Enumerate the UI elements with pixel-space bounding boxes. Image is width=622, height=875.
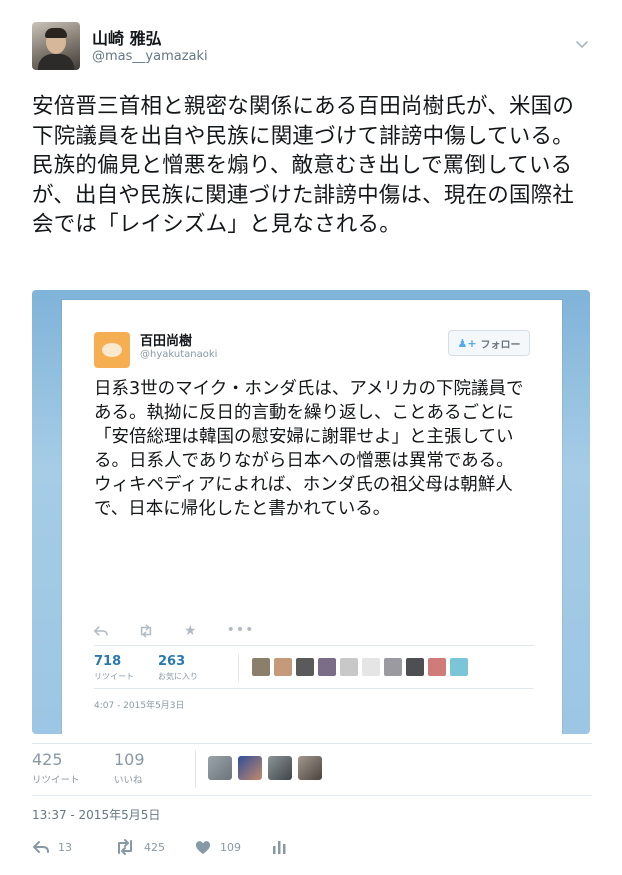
star-icon: ★ (184, 623, 197, 639)
stat-divider (195, 750, 196, 788)
reply-icon (33, 841, 49, 853)
embedded-tweet-card: 百田尚樹 @hyakutanaoki ♟+ フォロー 日系3世のマイク・ホンダ氏… (62, 300, 562, 734)
liker-avatar (428, 658, 446, 676)
retweet-stat[interactable]: 425 リツイート (32, 750, 80, 786)
author-avatar[interactable] (32, 22, 80, 70)
divider (32, 743, 592, 744)
retweet-button[interactable]: 425 (114, 838, 165, 856)
embedded-actions: ★ ••• (94, 622, 294, 640)
tweet-timestamp[interactable]: 13:37 - 2015年5月5日 (32, 806, 160, 823)
liker-avatar (450, 658, 468, 676)
embedded-like-label: お気に入り (158, 672, 198, 681)
embedded-author-avatar (94, 332, 130, 368)
reply-button[interactable]: 13 (32, 838, 72, 856)
more-icon: ••• (226, 622, 255, 638)
like-count: 109 (114, 750, 145, 769)
like-action-count: 109 (220, 840, 241, 854)
retweet-label: リツイート (32, 775, 80, 786)
embedded-author-name: 百田尚樹 (140, 334, 193, 349)
embedded-timestamp: 4:07 - 2015年5月3日 (94, 701, 185, 711)
embedded-divider (94, 645, 534, 646)
retweet-action-count: 425 (144, 840, 165, 854)
liker-avatar (296, 658, 314, 676)
reply-icon (94, 626, 108, 636)
author-handle[interactable]: @mas__yamazaki (92, 49, 208, 64)
liker-avatar (362, 658, 380, 676)
tweet-stats: 425 リツイート 109 いいね (32, 750, 592, 790)
tweet-header: 山崎 雅弘 @mas__yamazaki (32, 22, 592, 78)
retweet-icon (140, 624, 152, 638)
follow-person-icon: ♟+ (457, 336, 477, 350)
analytics-icon (273, 841, 286, 854)
tweet-media-image[interactable]: 百田尚樹 @hyakutanaoki ♟+ フォロー 日系3世のマイク・ホンダ氏… (32, 290, 590, 734)
retweet-icon (118, 839, 132, 855)
embedded-divider (94, 688, 534, 689)
retweet-count: 425 (32, 750, 63, 769)
liker-avatar (340, 658, 358, 676)
embedded-retweet-count: 718 (94, 654, 122, 669)
liker-avatar (406, 658, 424, 676)
like-stat[interactable]: 109 いいね (114, 750, 145, 786)
embedded-stat-divider (238, 654, 239, 682)
author-display-name[interactable]: 山崎 雅弘 (92, 25, 162, 49)
liker-avatar (274, 658, 292, 676)
tweet-text: 安倍晋三首相と親密な関係にある百田尚樹氏が、米国の下院議員を出自や民族に関連づけ… (32, 94, 575, 237)
liker-avatars (208, 756, 322, 780)
analytics-button[interactable] (270, 838, 288, 856)
embedded-retweet-stat: 718 リツイート (94, 654, 134, 682)
embedded-retweet-label: リツイート (94, 672, 134, 681)
liker-avatar[interactable] (208, 756, 232, 780)
liker-avatar (318, 658, 336, 676)
liker-avatar (384, 658, 402, 676)
reply-count: 13 (58, 840, 72, 854)
embedded-author-handle: @hyakutanaoki (140, 349, 218, 360)
divider (32, 795, 592, 796)
like-label: いいね (114, 775, 143, 786)
liker-avatar[interactable] (238, 756, 262, 780)
embedded-like-stat: 263 お気に入り (158, 654, 198, 682)
embedded-tweet-text: 日系3世のマイク・ホンダ氏は、アメリカの下院議員である。執拗に反日的言動を繰り返… (94, 379, 524, 519)
like-button[interactable]: 109 (194, 838, 241, 856)
follow-label: フォロー (480, 339, 521, 351)
liker-avatar[interactable] (268, 756, 292, 780)
embedded-like-count: 263 (158, 654, 186, 669)
liker-avatar (252, 658, 270, 676)
heart-icon (195, 841, 211, 854)
embedded-liker-avatars (252, 658, 468, 676)
liker-avatar[interactable] (298, 756, 322, 780)
chevron-down-icon[interactable] (574, 36, 590, 52)
follow-button: ♟+ フォロー (448, 330, 530, 356)
tweet-actions: 13 425 109 (32, 838, 332, 858)
